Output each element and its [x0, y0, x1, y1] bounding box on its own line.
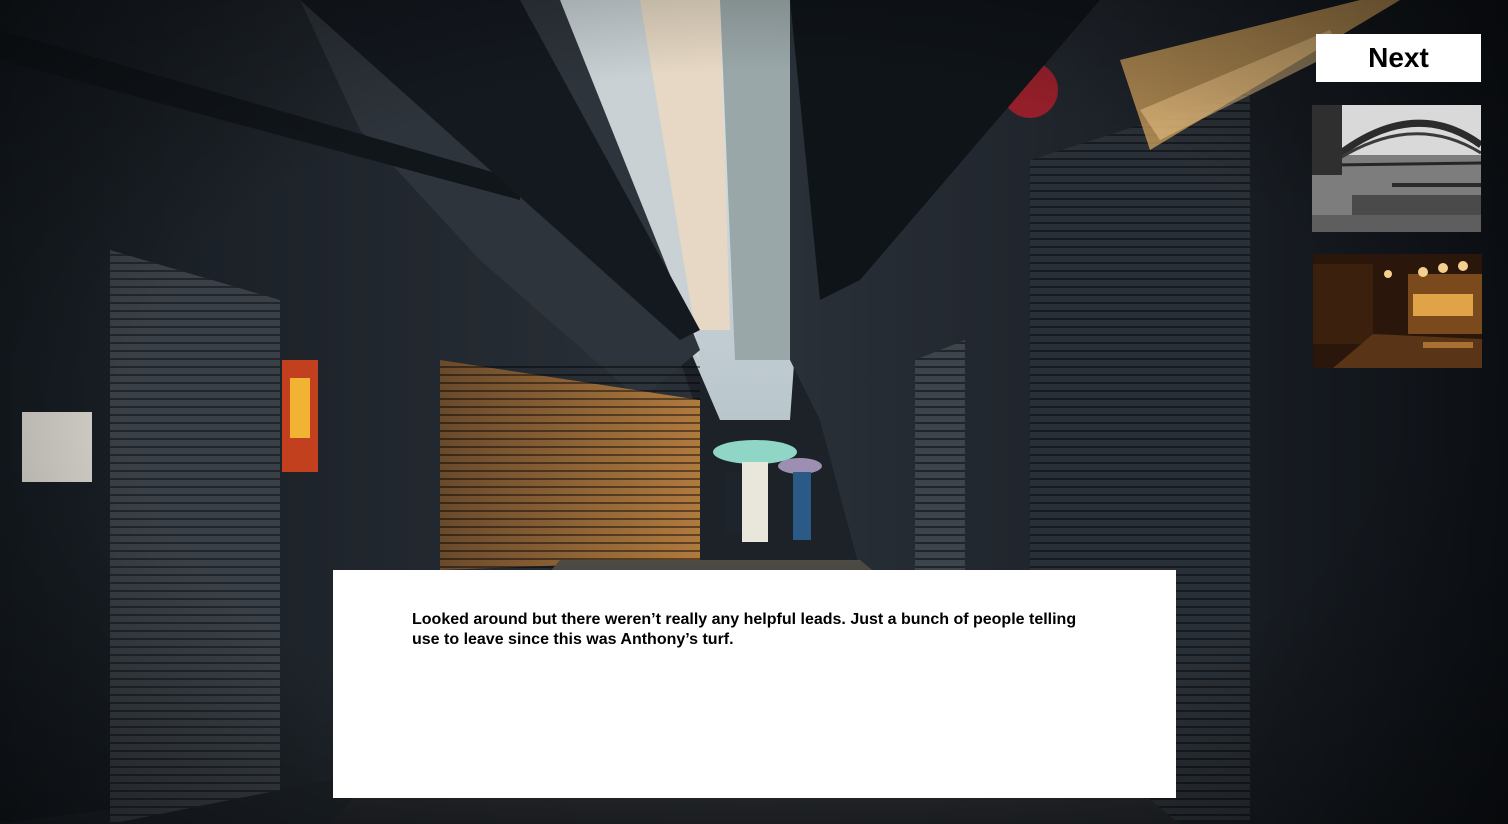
thumbnail-harbour-bridge[interactable] [1312, 105, 1481, 232]
dialogue-box: Looked around but there weren’t really a… [333, 570, 1176, 798]
next-button[interactable]: Next [1316, 34, 1481, 82]
night-street-photo-icon [1313, 254, 1482, 368]
dialogue-text: Looked around but there weren’t really a… [412, 611, 1077, 648]
thumbnail-night-street[interactable] [1313, 254, 1482, 368]
bridge-photo-icon [1312, 105, 1481, 232]
